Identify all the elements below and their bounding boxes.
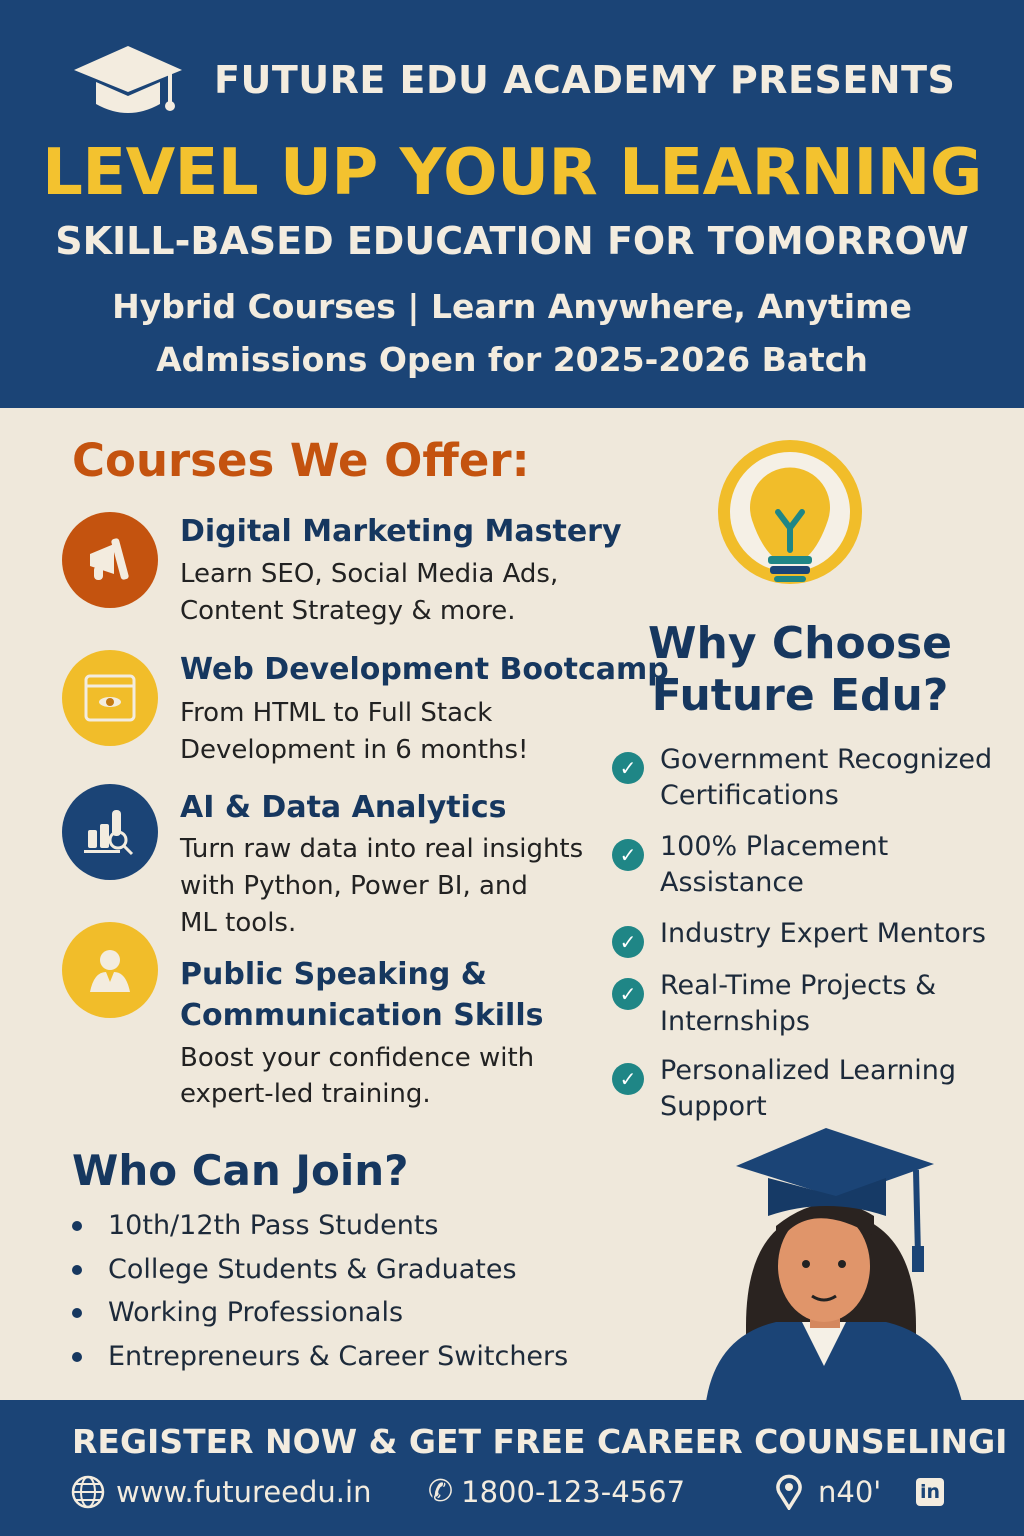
check-icon: ✓ — [612, 926, 644, 958]
course-title: AI & Data Analytics — [180, 790, 507, 825]
course-desc: Boost your confidence with — [180, 1043, 535, 1073]
bullet — [72, 1307, 82, 1318]
linkedin-icon[interactable]: in — [916, 1478, 944, 1506]
location-info: n40' — [774, 1474, 881, 1510]
main-title: LEVEL UP YOUR LEARNING — [42, 136, 982, 210]
presents-text: FUTURE EDU ACADEMY PRESENTS — [214, 58, 956, 102]
graduation-cap-icon — [74, 46, 182, 113]
why-item-text: 100% Placement Assistance — [660, 831, 889, 898]
course-desc: Content Strategy & more. — [180, 596, 516, 626]
who-item-text: Entrepreneurs & Career Switchers — [108, 1341, 569, 1372]
register-cta[interactable]: REGISTER NOW & GET FREE CAREER COUNSELIN… — [72, 1422, 1007, 1461]
course-title: Digital Marketing Mastery — [180, 514, 622, 549]
who-item-text: College Students & Graduates — [108, 1254, 517, 1285]
who-heading: Who Can Join? — [72, 1146, 409, 1195]
check-icon: ✓ — [612, 1063, 644, 1095]
courses-heading: Courses We Offer: — [72, 434, 530, 487]
course-title: Public Speaking & — [180, 957, 487, 992]
why-heading-line: Future Edu? — [651, 670, 949, 721]
person-icon — [62, 922, 158, 1018]
lightbulb-icon — [718, 440, 862, 584]
who-item-text: 10th/12th Pass Students — [108, 1210, 439, 1241]
course-desc: From HTML to Full Stack — [180, 698, 493, 728]
why-item: ✓ Real-Time Projects & Internships — [612, 968, 960, 1040]
course-desc: ML tools. — [180, 908, 297, 938]
globe-icon — [71, 1475, 105, 1509]
check-icon: ✓ — [612, 752, 644, 784]
footer-bar — [0, 1400, 1024, 1536]
location-text: n40' — [818, 1475, 882, 1509]
course-title: Communication Skills — [180, 998, 544, 1033]
why-item: ✓ Government Recognized Certifications — [612, 742, 1010, 814]
course-desc: expert-led training. — [180, 1079, 431, 1109]
phone-icon: ✆ — [428, 1474, 454, 1509]
megaphone-icon — [62, 512, 158, 608]
bullet — [72, 1264, 82, 1275]
bullet — [72, 1220, 82, 1231]
course-title: Web Development Bootcamp — [180, 652, 669, 687]
bullet — [72, 1351, 82, 1362]
course-desc: with Python, Power BI, and — [180, 871, 528, 901]
browser-window-icon — [62, 650, 158, 746]
course-desc: Learn SEO, Social Media Ads, — [180, 559, 559, 589]
course-desc: Development in 6 months! — [180, 735, 529, 765]
website-text: www.futureedu.in — [116, 1475, 372, 1509]
tagline: Hybrid Courses | Learn Anywhere, Anytime — [112, 287, 912, 326]
why-item-text: Government Recognized Certifications — [660, 744, 993, 811]
why-item-text: Personalized Learning Support — [660, 1055, 956, 1122]
why-item-text: Real-Time Projects & Internships — [660, 970, 937, 1037]
phone-link[interactable]: ✆ 1800-123-4567 — [428, 1474, 685, 1509]
chart-magnifier-icon — [62, 784, 158, 880]
who-item: 10th/12th Pass Students — [72, 1210, 438, 1241]
why-heading: Why Choose Future Edu? — [640, 618, 960, 722]
why-item: ✓ Industry Expert Mentors — [612, 916, 1010, 958]
who-item: College Students & Graduates — [72, 1254, 517, 1285]
who-item-text: Working Professionals — [108, 1297, 404, 1328]
why-item: ✓ 100% Placement Assistance — [612, 829, 910, 901]
location-pin-icon — [776, 1474, 802, 1510]
phone-text: 1800-123-4567 — [461, 1474, 686, 1509]
website-link[interactable]: www.futureedu.in — [70, 1474, 371, 1510]
why-item: ✓ Personalized Learning Support — [612, 1053, 970, 1125]
check-icon: ✓ — [612, 839, 644, 871]
why-heading-line: Why Choose — [648, 618, 952, 669]
graduate-illustration — [706, 1128, 962, 1402]
course-desc: Turn raw data into real insights — [180, 834, 584, 864]
admissions-text: Admissions Open for 2025-2026 Batch — [156, 340, 868, 379]
why-item-text: Industry Expert Mentors — [660, 918, 986, 949]
who-item: Working Professionals — [72, 1297, 403, 1328]
who-item: Entrepreneurs & Career Switchers — [72, 1341, 568, 1372]
check-icon: ✓ — [612, 978, 644, 1010]
subtitle: SKILL-BASED EDUCATION FOR TOMORROW — [55, 219, 969, 263]
